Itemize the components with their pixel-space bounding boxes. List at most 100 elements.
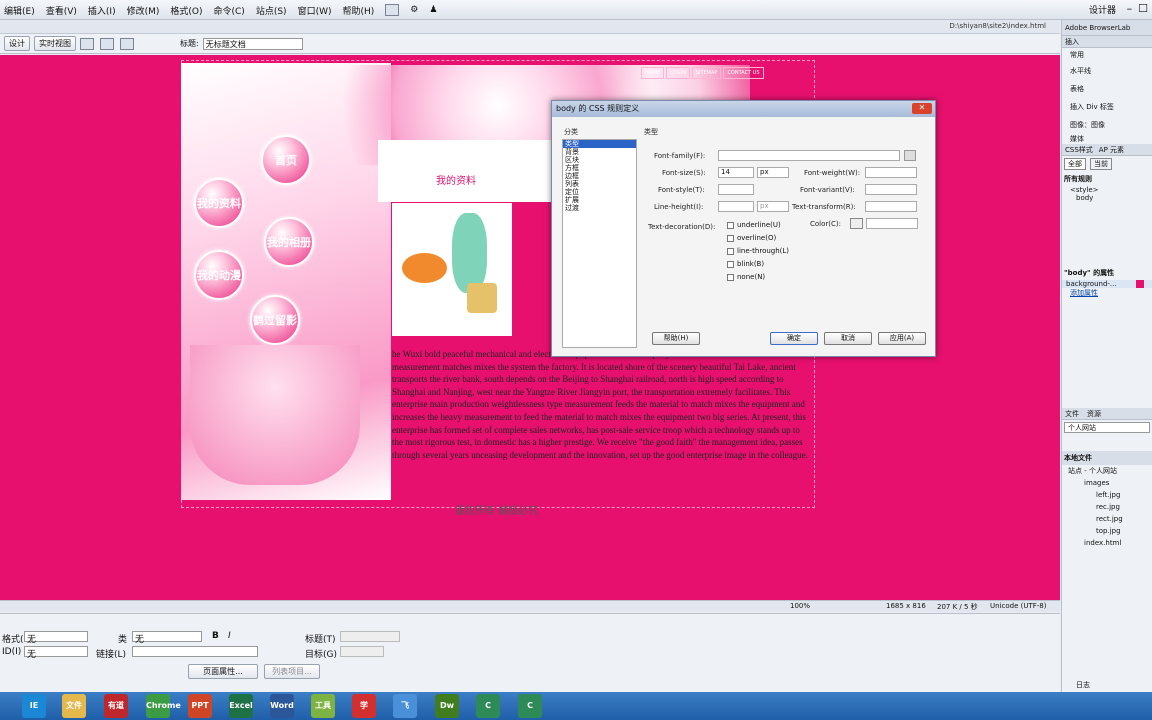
insert-hr[interactable]: 水平线 — [1062, 62, 1152, 80]
browserlab-header[interactable]: Adobe BrowserLab — [1062, 20, 1152, 36]
tab-assets[interactable]: 资源 — [1087, 408, 1101, 419]
prop-background[interactable]: background-... — [1062, 280, 1152, 288]
category-item[interactable]: 边框 — [563, 172, 636, 180]
ie-icon[interactable]: IE — [22, 694, 46, 718]
insert-media[interactable]: 媒体 — [1062, 134, 1152, 144]
user-icon[interactable]: ♟ — [429, 5, 437, 15]
window-size[interactable]: 1685 x 816 — [886, 602, 926, 610]
minimize-icon[interactable]: – — [1127, 2, 1133, 15]
log-button[interactable]: 日志 — [1076, 680, 1090, 690]
menu-modify[interactable]: 修改(M) — [127, 4, 160, 17]
blink-checkbox[interactable]: blink(B) — [727, 260, 789, 268]
dreamweaver-icon[interactable]: Dw — [435, 694, 459, 718]
excel-icon[interactable]: Excel — [229, 694, 253, 718]
font-family-select[interactable] — [718, 150, 900, 161]
menu-site[interactable]: 站点(S) — [256, 4, 287, 17]
bubble-album[interactable]: 我的相册 — [264, 217, 314, 267]
tree-file[interactable]: rec.jpg — [1062, 501, 1152, 513]
font-style-select[interactable] — [718, 184, 754, 195]
youdao-icon[interactable]: 有道 — [104, 694, 128, 718]
tab-files[interactable]: 文件 — [1065, 408, 1079, 419]
category-list[interactable]: 类型 背景 区块 方框 边框 列表 定位 扩展 过渡 — [562, 139, 637, 348]
rule-body[interactable]: body — [1062, 194, 1152, 202]
insert-table[interactable]: 表格 — [1062, 80, 1152, 98]
cancel-button[interactable]: 取消 — [824, 332, 872, 345]
menu-commands[interactable]: 命令(C) — [214, 4, 245, 17]
menu-view[interactable]: 查看(V) — [46, 4, 77, 17]
tree-site[interactable]: 站点 - 个人网站 — [1062, 465, 1152, 477]
title-prop-input[interactable] — [340, 631, 400, 642]
font-weight-select[interactable] — [865, 167, 917, 178]
line-height-input[interactable] — [718, 201, 754, 212]
camtasia2-icon[interactable]: C — [518, 694, 542, 718]
globe-icon[interactable] — [100, 37, 114, 50]
help-button[interactable]: 帮助(H) — [652, 332, 700, 345]
maximize-icon[interactable]: ☐ — [1138, 2, 1148, 15]
mode-current[interactable]: 当前 — [1090, 158, 1112, 170]
tree-file[interactable]: top.jpg — [1062, 525, 1152, 537]
study-icon[interactable]: 学 — [352, 694, 376, 718]
menu-insert[interactable]: 插入(I) — [88, 4, 116, 17]
nav-login[interactable]: LOGIN — [666, 67, 690, 79]
menu-help[interactable]: 帮助(H) — [342, 4, 374, 17]
folder-icon[interactable]: 文件 — [62, 694, 86, 718]
none-checkbox[interactable]: none(N) — [727, 273, 789, 281]
line-height-unit[interactable]: px — [757, 201, 789, 212]
format-select[interactable]: 无 — [24, 631, 88, 645]
layout-icon[interactable] — [385, 4, 400, 16]
category-item[interactable]: 方框 — [563, 164, 636, 172]
menu-format[interactable]: 格式(O) — [170, 4, 202, 17]
tree-index[interactable]: index.html — [1062, 537, 1152, 549]
insert-category[interactable]: 常用 — [1062, 48, 1152, 62]
rule-style[interactable]: <style> — [1062, 186, 1152, 194]
title-input[interactable]: 无标题文档 — [202, 37, 303, 50]
menu-edit[interactable]: 编辑(E) — [4, 4, 35, 17]
add-property-link[interactable]: 添加属性 — [1062, 288, 1152, 298]
tree-file[interactable]: rect.jpg — [1062, 513, 1152, 525]
id-select[interactable]: 无 — [24, 646, 88, 660]
insert-image[interactable]: 图像：图像 — [1062, 116, 1152, 134]
italic-button[interactable]: I — [228, 631, 231, 641]
font-variant-select[interactable] — [865, 184, 917, 195]
inspect-icon[interactable] — [80, 37, 94, 50]
page-properties-button[interactable]: 页面属性... — [188, 664, 258, 679]
tool-icon[interactable]: 工具 — [311, 694, 335, 718]
insert-tab[interactable]: 插入 — [1062, 36, 1152, 48]
edit-font-list-button[interactable] — [904, 150, 916, 161]
link-input[interactable] — [132, 646, 258, 657]
nav-home[interactable]: HOME — [641, 67, 665, 79]
nav-sitemap[interactable]: SITEMAP — [691, 67, 722, 79]
nav-contact[interactable]: CONTACT US — [723, 67, 764, 79]
camtasia-icon[interactable]: C — [476, 694, 500, 718]
menu-window[interactable]: 窗口(W) — [298, 4, 332, 17]
workspace-switcher[interactable]: 设计器 — [1089, 3, 1116, 16]
close-icon[interactable]: ✕ — [912, 103, 932, 114]
gear-icon[interactable]: ⚙ — [410, 5, 418, 15]
bold-button[interactable]: B — [212, 631, 219, 641]
chrome-icon[interactable]: Chrome — [146, 694, 181, 718]
category-item[interactable]: 过渡 — [563, 204, 636, 212]
overline-checkbox[interactable]: overline(O) — [727, 234, 789, 242]
font-size-input[interactable]: 14 — [718, 167, 754, 178]
color-swatch[interactable] — [850, 218, 863, 229]
list-item-button[interactable]: 列表项目... — [264, 664, 320, 679]
category-item[interactable]: 背景 — [563, 148, 636, 156]
bubble-profile[interactable]: 我的资料 — [194, 178, 244, 228]
category-item[interactable]: 类型 — [563, 140, 636, 148]
tree-file[interactable]: left.jpg — [1062, 489, 1152, 501]
category-item[interactable]: 定位 — [563, 188, 636, 196]
color-input[interactable] — [866, 218, 918, 229]
category-item[interactable]: 扩展 — [563, 196, 636, 204]
tab-css-styles[interactable]: CSS样式 — [1065, 144, 1093, 155]
category-item[interactable]: 列表 — [563, 180, 636, 188]
design-view-button[interactable]: 设计 — [4, 36, 30, 51]
text-transform-select[interactable] — [865, 201, 917, 212]
category-item[interactable]: 区块 — [563, 156, 636, 164]
bird-icon[interactable]: 飞 — [393, 694, 417, 718]
insert-div[interactable]: 插入 Div 标签 — [1062, 98, 1152, 116]
mode-all[interactable]: 全部 — [1064, 158, 1086, 170]
live-view-button[interactable]: 实时视图 — [34, 36, 76, 51]
zoom-select[interactable]: 100% — [790, 602, 810, 610]
bubble-home[interactable]: 首页 — [261, 135, 311, 185]
target-select[interactable] — [340, 646, 384, 657]
